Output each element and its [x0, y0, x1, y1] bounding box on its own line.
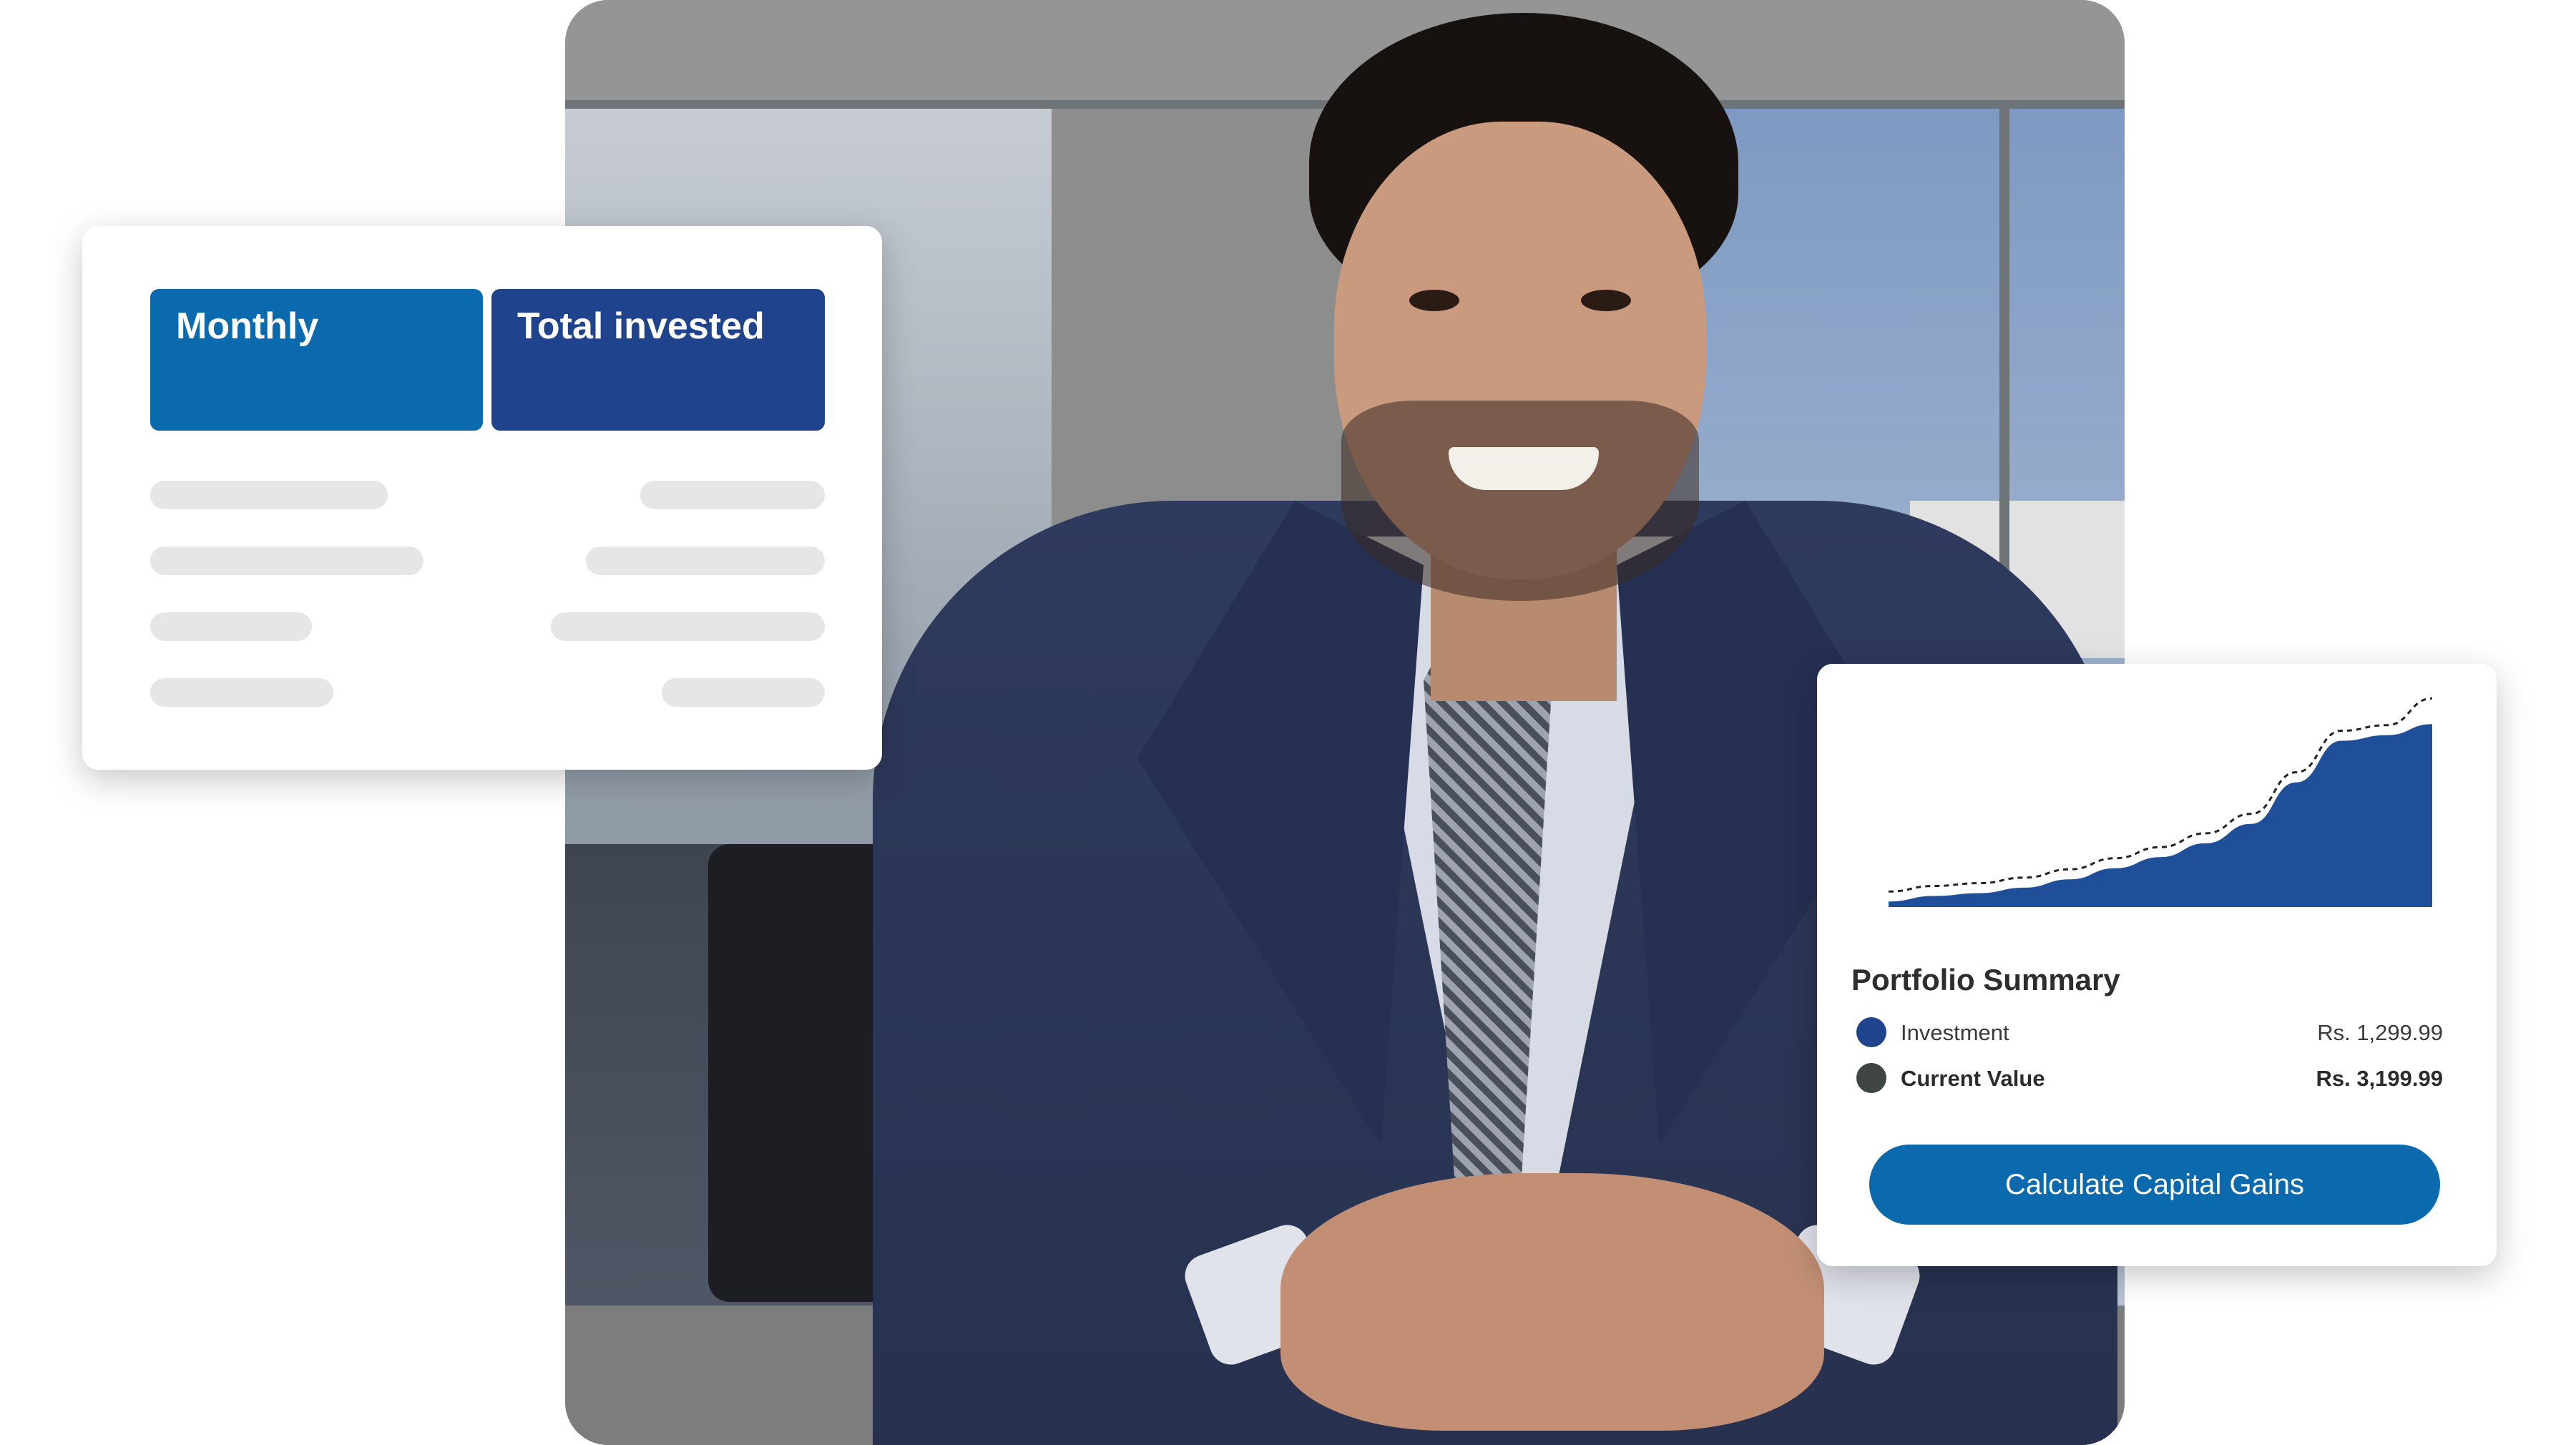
chart-point	[1887, 900, 1890, 903]
current-value-value: Rs. 3,199.99	[2316, 1066, 2443, 1091]
beard	[1341, 401, 1699, 601]
chart-point	[2295, 781, 2298, 784]
portfolio-summary-card: Portfolio Summary Investment Rs. 1,299.9…	[1817, 664, 2497, 1266]
placeholder-line	[662, 678, 825, 707]
placeholder-line	[551, 612, 825, 641]
chart-point	[2159, 856, 2162, 858]
tab-total-invested[interactable]: Total invested	[491, 289, 825, 431]
investment-label: Investment	[1901, 1020, 2009, 1045]
chart-point	[2340, 740, 2343, 743]
eye-left	[1409, 290, 1459, 311]
chart-point	[2068, 878, 2071, 881]
investment-mode-card: Monthly Total invested	[82, 226, 882, 770]
clasped-hands	[1280, 1173, 1824, 1431]
placeholder-line	[150, 547, 423, 575]
placeholder-line	[150, 481, 388, 509]
chart-point	[2114, 867, 2117, 870]
chart-point	[1978, 892, 1981, 895]
portfolio-summary-title: Portfolio Summary	[1851, 963, 2120, 996]
placeholder-line	[150, 612, 312, 641]
investment-value: Rs. 1,299.99	[2317, 1020, 2443, 1045]
eye-right	[1581, 290, 1631, 311]
calculate-capital-gains-button[interactable]: Calculate Capital Gains	[1869, 1145, 2440, 1225]
tab-monthly-label: Monthly	[176, 305, 319, 347]
chart-point	[2431, 722, 2434, 725]
tab-monthly[interactable]: Monthly	[150, 289, 483, 431]
current-value-label: Current Value	[1901, 1066, 2045, 1091]
current-value-legend-dot	[1856, 1063, 1886, 1093]
placeholder-line	[640, 481, 825, 509]
chart-point	[2204, 842, 2207, 845]
smile	[1449, 447, 1599, 490]
chart-point	[2250, 823, 2253, 826]
portfolio-growth-chart-svg	[1887, 697, 2434, 907]
placeholder-line	[586, 547, 825, 575]
investment-legend-dot	[1856, 1017, 1886, 1047]
chart-point	[1932, 895, 1935, 898]
tab-total-invested-label: Total invested	[517, 305, 765, 347]
chart-point	[2023, 886, 2026, 889]
placeholder-line	[150, 678, 333, 707]
portfolio-growth-chart	[1881, 678, 2439, 921]
investment-row: Investment Rs. 1,299.99	[1856, 1014, 2443, 1050]
current-value-row: Current Value Rs. 3,199.99	[1856, 1060, 2443, 1096]
growth-area	[1889, 724, 2432, 907]
chart-point	[2386, 734, 2389, 737]
